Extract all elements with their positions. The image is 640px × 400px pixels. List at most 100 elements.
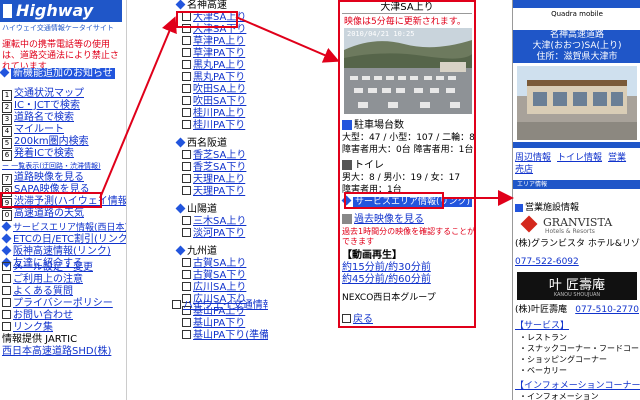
diamond-icon xyxy=(175,245,186,256)
menu-item[interactable]: 5 200km圏内検索 xyxy=(2,136,126,149)
info-tab[interactable]: 周辺情報 xyxy=(515,152,551,164)
sapa-group-title: 西名阪道 xyxy=(175,137,268,150)
menu-item[interactable]: 4 マイルート xyxy=(2,124,126,137)
shop-name: (株)叶匠壽庵 xyxy=(515,305,568,315)
sapa-item[interactable]: 黒丸PA上り xyxy=(176,60,268,72)
nexco-link[interactable]: 西日本高速道路SHD(株) xyxy=(2,346,111,358)
granvista-logo-sub: Hotels & Resorts xyxy=(545,228,595,235)
sapa-item[interactable]: 淡河PA下り xyxy=(176,228,268,240)
checkbox-icon xyxy=(182,216,191,225)
diamond-icon xyxy=(175,137,186,148)
checkbox-icon xyxy=(2,310,11,319)
menu-item-label: マイルート xyxy=(14,124,64,135)
checkbox-icon xyxy=(2,274,11,283)
checkbox-icon xyxy=(182,186,191,195)
sapa-item-label: 桂川PA上り xyxy=(193,108,246,119)
settings-link[interactable]: プライバシーポリシー xyxy=(2,298,113,310)
external-link[interactable]: サービスエリア情報(西日本) xyxy=(1,221,126,234)
sapa-item[interactable]: 古賀SA下り xyxy=(176,270,268,282)
top-link-row[interactable]: ハイウェイ交通情報TOP xyxy=(172,300,268,312)
external-link[interactable]: ETCの日/ETC割引(リンク) xyxy=(1,233,126,246)
info-tab[interactable]: トイレ情報 xyxy=(557,152,602,164)
checkbox-icon xyxy=(182,228,191,237)
menu-item-label: 高速道路の天気 xyxy=(14,208,84,219)
menu-item[interactable]: 6 発着ICで検索 xyxy=(2,148,126,161)
diamond-icon xyxy=(1,233,12,244)
brand-name: Quadra mobile xyxy=(551,10,603,18)
sapa-item[interactable]: 吹田SA下り xyxy=(176,96,268,108)
menu-item[interactable]: 2 IC・JCTで検索 xyxy=(2,100,126,113)
info-tab[interactable]: 営業 xyxy=(608,152,626,164)
menu-item[interactable]: 1 交通状況マップ xyxy=(2,88,126,101)
checkbox-icon xyxy=(182,72,191,81)
info-tab[interactable]: 売店 xyxy=(515,164,533,176)
sapa-item[interactable]: 草津PA上り xyxy=(176,36,268,48)
sapa-item[interactable]: 香芝SA上り xyxy=(176,150,268,162)
info-tabs: 周辺情報 トイレ情報 営業売店 xyxy=(515,152,639,176)
external-link-label: 阪神高速情報(リンク) xyxy=(13,246,111,257)
sapa-item[interactable]: 広川SA上り xyxy=(176,282,268,294)
highlight-detail-panel xyxy=(338,0,476,328)
ihighway-logo: Highway xyxy=(0,0,122,22)
sapa-item[interactable]: 香芝SA下り xyxy=(176,162,268,174)
service-heading[interactable]: 【サービス】 xyxy=(515,320,569,332)
site-subtitle: ハイウェイ交通情報ケータイサイト xyxy=(2,24,114,32)
service-item: ・ショッピングコーナー xyxy=(519,355,607,364)
menu-item[interactable]: ー 一覧表示(迂回路・渋滞情報) xyxy=(2,160,126,172)
hotel-phone[interactable]: 077-522-6092 xyxy=(515,256,579,268)
sapa-item-label: 吹田SA下り xyxy=(193,96,247,107)
sapa-item[interactable]: 基山PA下り xyxy=(176,318,268,330)
sapa-item[interactable]: 桂川PA上り xyxy=(176,108,268,120)
service-list: ・レストラン ・スナックコーナー・フードコート ・ショッピングコーナー ・ベーカリー xyxy=(519,332,640,376)
sapa-item-label: 基山PA下り(準備中) xyxy=(193,330,268,341)
settings-link[interactable]: メール設定・変更 xyxy=(2,262,113,274)
checkbox-icon xyxy=(2,322,11,331)
settings-link-label: メール設定・変更 xyxy=(13,262,93,273)
sapa-item[interactable]: 天理PA上り xyxy=(176,174,268,186)
settings-links-list: メール設定・変更 ご利用上の注意 よくある質問 プライバシーポリシー お問い合わせ リンク… xyxy=(2,262,113,334)
diamond-icon xyxy=(175,203,186,214)
checkbox-icon xyxy=(182,48,191,57)
sapa-item-label: 古賀SA上り xyxy=(193,258,247,269)
sapa-group: 西名阪道 香芝SA上り 香芝SA下り 天理PA上り 天理PA下り xyxy=(175,137,268,198)
sapa-item[interactable]: 黒丸PA下り xyxy=(176,72,268,84)
photo-caption-bar xyxy=(513,142,640,148)
sapa-item[interactable]: 三木SA上り xyxy=(176,216,268,228)
checkbox-icon xyxy=(182,150,191,159)
settings-link[interactable]: よくある質問 xyxy=(2,286,113,298)
facility-heading: 営業施設情報 xyxy=(515,202,579,214)
settings-link-label: リンク集 xyxy=(13,322,53,333)
sapa-item[interactable]: 吹田SA上り xyxy=(176,84,268,96)
service-item: ・スナックコーナー・フードコート xyxy=(519,344,640,353)
place-name: 大津(おおつ)SA(上り) xyxy=(513,41,640,52)
sapa-item-label: 淡河PA下り xyxy=(193,228,246,239)
sapa-list-panel: 名神高速 大津SA上り 大津SA下り 草津PA上り 草津PA下り 黒丸PA上り 黒丸PA下り… xyxy=(168,0,268,400)
sapa-item[interactable]: 桂川PA下り xyxy=(176,120,268,132)
sapa-item[interactable]: 基山PA下り(準備中) xyxy=(176,330,268,342)
group-title-text: 名神高速 xyxy=(187,0,227,11)
quadra-mobile-panel: Quadra mobile 名神高速道路 大津(おおつ)SA(上り) 住所：滋賀… xyxy=(512,0,640,400)
sapa-item[interactable]: 天理PA下り xyxy=(176,186,268,198)
menu-item[interactable]: 3 道路名で検索 xyxy=(2,112,126,125)
menu-item[interactable]: 0 高速道路の天気 xyxy=(2,208,126,221)
facility-icon xyxy=(515,204,523,212)
menu-item-label: 交通状況マップ xyxy=(14,88,84,99)
kanou-logo: 叶 匠壽庵 KANOU SHOUJUAN xyxy=(517,272,637,300)
sapa-item[interactable]: 草津PA下り xyxy=(176,48,268,60)
road-name: 名神高速道路 xyxy=(513,30,640,41)
menu-item[interactable]: 7 道路映像を見る xyxy=(2,172,126,185)
shop-row: (株)叶匠壽庵 077-510-2770 xyxy=(515,304,639,316)
diamond-icon xyxy=(0,67,10,78)
new-feature-notice[interactable]: 新機能追加のお知らせ xyxy=(0,67,115,80)
settings-link[interactable]: リンク集 xyxy=(2,322,113,334)
shop-phone[interactable]: 077-510-2770 xyxy=(575,304,639,316)
external-link[interactable]: 阪神高速情報(リンク) xyxy=(1,245,126,258)
checkbox-icon xyxy=(182,108,191,117)
settings-link[interactable]: お問い合わせ xyxy=(2,310,113,322)
sapa-item[interactable]: 古賀SA上り xyxy=(176,258,268,270)
sapa-group-title: 九州道 xyxy=(175,245,268,258)
settings-link-label: プライバシーポリシー xyxy=(13,298,113,309)
checkbox-icon xyxy=(182,84,191,93)
settings-link[interactable]: ご利用上の注意 xyxy=(2,274,113,286)
checkbox-icon xyxy=(2,262,11,271)
